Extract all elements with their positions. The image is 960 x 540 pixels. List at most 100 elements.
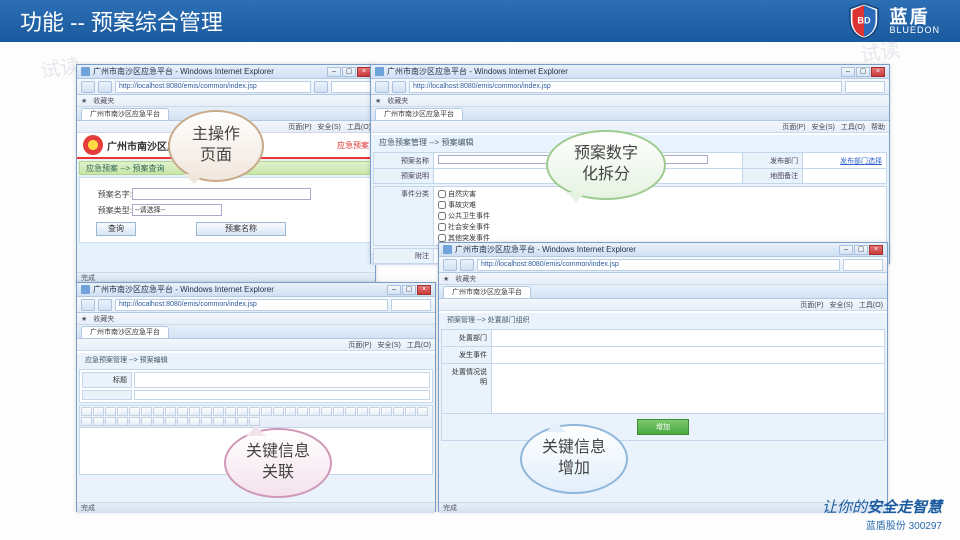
search-input[interactable]: [843, 259, 883, 271]
rte-tool-button[interactable]: [141, 417, 152, 426]
event-checkbox[interactable]: 社会安全事件: [438, 222, 490, 232]
rte-tool-button[interactable]: [309, 407, 320, 416]
back-button[interactable]: [443, 259, 457, 271]
rte-tool-button[interactable]: [225, 417, 236, 426]
rte-tool-button[interactable]: [369, 407, 380, 416]
back-button[interactable]: [81, 299, 95, 311]
close-button[interactable]: ×: [871, 67, 885, 77]
rte-tool-button[interactable]: [333, 407, 344, 416]
rte-tool-button[interactable]: [129, 417, 140, 426]
menu-item[interactable]: 页面(P): [782, 122, 805, 132]
forward-button[interactable]: [98, 81, 112, 93]
event-checkbox[interactable]: 自然灾害: [438, 189, 490, 199]
browser-tab[interactable]: 广州市南沙区应急平台: [375, 108, 463, 120]
maximize-button[interactable]: ▢: [856, 67, 870, 77]
rte-tool-button[interactable]: [105, 417, 116, 426]
rte-tool-button[interactable]: [165, 407, 176, 416]
event-checkbox[interactable]: 事故灾难: [438, 200, 490, 210]
add-button[interactable]: 增加: [637, 419, 689, 435]
rte-tool-button[interactable]: [93, 417, 104, 426]
close-button[interactable]: ×: [357, 67, 371, 77]
menu-item[interactable]: 工具(O): [347, 122, 371, 132]
favorites-icon[interactable]: ★: [375, 97, 381, 105]
rte-tool-button[interactable]: [381, 407, 392, 416]
forward-button[interactable]: [98, 299, 112, 311]
rte-tool-button[interactable]: [153, 417, 164, 426]
rte-tool-button[interactable]: [321, 407, 332, 416]
close-button[interactable]: ×: [417, 285, 431, 295]
back-button[interactable]: [81, 81, 95, 93]
rte-tool-button[interactable]: [165, 417, 176, 426]
menu-item[interactable]: 帮助: [871, 122, 885, 132]
rte-tool-button[interactable]: [285, 407, 296, 416]
rte-tool-button[interactable]: [393, 407, 404, 416]
rte-tool-button[interactable]: [105, 407, 116, 416]
plan-type-select[interactable]: --请选择--: [132, 204, 222, 216]
rte-tool-button[interactable]: [273, 407, 284, 416]
rte-tool-button[interactable]: [357, 407, 368, 416]
rte-tool-button[interactable]: [117, 407, 128, 416]
rte-tool-button[interactable]: [261, 407, 272, 416]
titlebar[interactable]: 广州市南沙区应急平台 - Windows Internet Explorer –…: [371, 65, 889, 79]
url-input[interactable]: http://localhost:8080/emis/common/index.…: [115, 81, 311, 93]
rte-tool-button[interactable]: [81, 407, 92, 416]
favorites-icon[interactable]: ★: [81, 315, 87, 323]
rte-tool-button[interactable]: [177, 417, 188, 426]
menu-item[interactable]: 工具(O): [841, 122, 865, 132]
browser-tab[interactable]: 广州市南沙区应急平台: [443, 286, 531, 298]
rte-tool-button[interactable]: [189, 417, 200, 426]
rte-tool-button[interactable]: [153, 407, 164, 416]
titlebar[interactable]: 广州市南沙区应急平台 - Windows Internet Explorer –…: [439, 243, 887, 257]
rte-tool-button[interactable]: [201, 417, 212, 426]
rte-tool-button[interactable]: [225, 407, 236, 416]
rte-tool-button[interactable]: [117, 417, 128, 426]
menu-item[interactable]: 安全(S): [812, 122, 835, 132]
forward-button[interactable]: [392, 81, 406, 93]
minimize-button[interactable]: –: [841, 67, 855, 77]
url-input[interactable]: http://localhost:8080/emis/common/index.…: [115, 299, 388, 311]
menu-item[interactable]: 安全(S): [318, 122, 341, 132]
rte-tool-button[interactable]: [93, 407, 104, 416]
rte-tool-button[interactable]: [129, 407, 140, 416]
rte-tool-button[interactable]: [417, 407, 428, 416]
rte-tool-button[interactable]: [177, 407, 188, 416]
rte-tool-button[interactable]: [237, 407, 248, 416]
back-button[interactable]: [375, 81, 389, 93]
minimize-button[interactable]: –: [839, 245, 853, 255]
rte-tool-button[interactable]: [213, 417, 224, 426]
close-button[interactable]: ×: [869, 245, 883, 255]
maximize-button[interactable]: ▢: [854, 245, 868, 255]
minimize-button[interactable]: –: [387, 285, 401, 295]
rte-tool-button[interactable]: [189, 407, 200, 416]
rte-tool-button[interactable]: [405, 407, 416, 416]
rte-tool-button[interactable]: [297, 407, 308, 416]
rte-tool-button[interactable]: [345, 407, 356, 416]
url-input[interactable]: http://localhost:8080/emis/common/index.…: [477, 259, 840, 271]
dept-select-link[interactable]: 发布部门选择: [840, 158, 882, 165]
favorites-icon[interactable]: ★: [81, 97, 87, 105]
nav-link[interactable]: 应急预案: [337, 140, 369, 151]
query-button[interactable]: 查询: [96, 222, 136, 236]
menu-item[interactable]: 页面(P): [288, 122, 311, 132]
refresh-button[interactable]: [314, 81, 328, 93]
minimize-button[interactable]: –: [327, 67, 341, 77]
titlebar[interactable]: 广州市南沙区应急平台 - Windows Internet Explorer –…: [77, 283, 435, 297]
url-input[interactable]: http://localhost:8080/emis/common/index.…: [409, 81, 842, 93]
titlebar[interactable]: 广州市南沙区应急平台 - Windows Internet Explorer –…: [77, 65, 375, 79]
browser-tab[interactable]: 广州市南沙区应急平台: [81, 326, 169, 338]
plan-name-input[interactable]: [132, 188, 311, 200]
forward-button[interactable]: [460, 259, 474, 271]
rte-tool-button[interactable]: [141, 407, 152, 416]
search-input[interactable]: [845, 81, 885, 93]
maximize-button[interactable]: ▢: [402, 285, 416, 295]
rte-tool-button[interactable]: [213, 407, 224, 416]
favorites-label[interactable]: 收藏夹: [93, 96, 114, 106]
search-input[interactable]: [391, 299, 431, 311]
event-checkbox[interactable]: 公共卫生事件: [438, 211, 490, 221]
favorites-icon[interactable]: ★: [443, 275, 449, 283]
rte-tool-button[interactable]: [201, 407, 212, 416]
search-input[interactable]: [331, 81, 371, 93]
browser-tab[interactable]: 广州市南沙区应急平台: [81, 108, 169, 120]
rte-tool-button[interactable]: [249, 407, 260, 416]
rte-tool-button[interactable]: [81, 417, 92, 426]
